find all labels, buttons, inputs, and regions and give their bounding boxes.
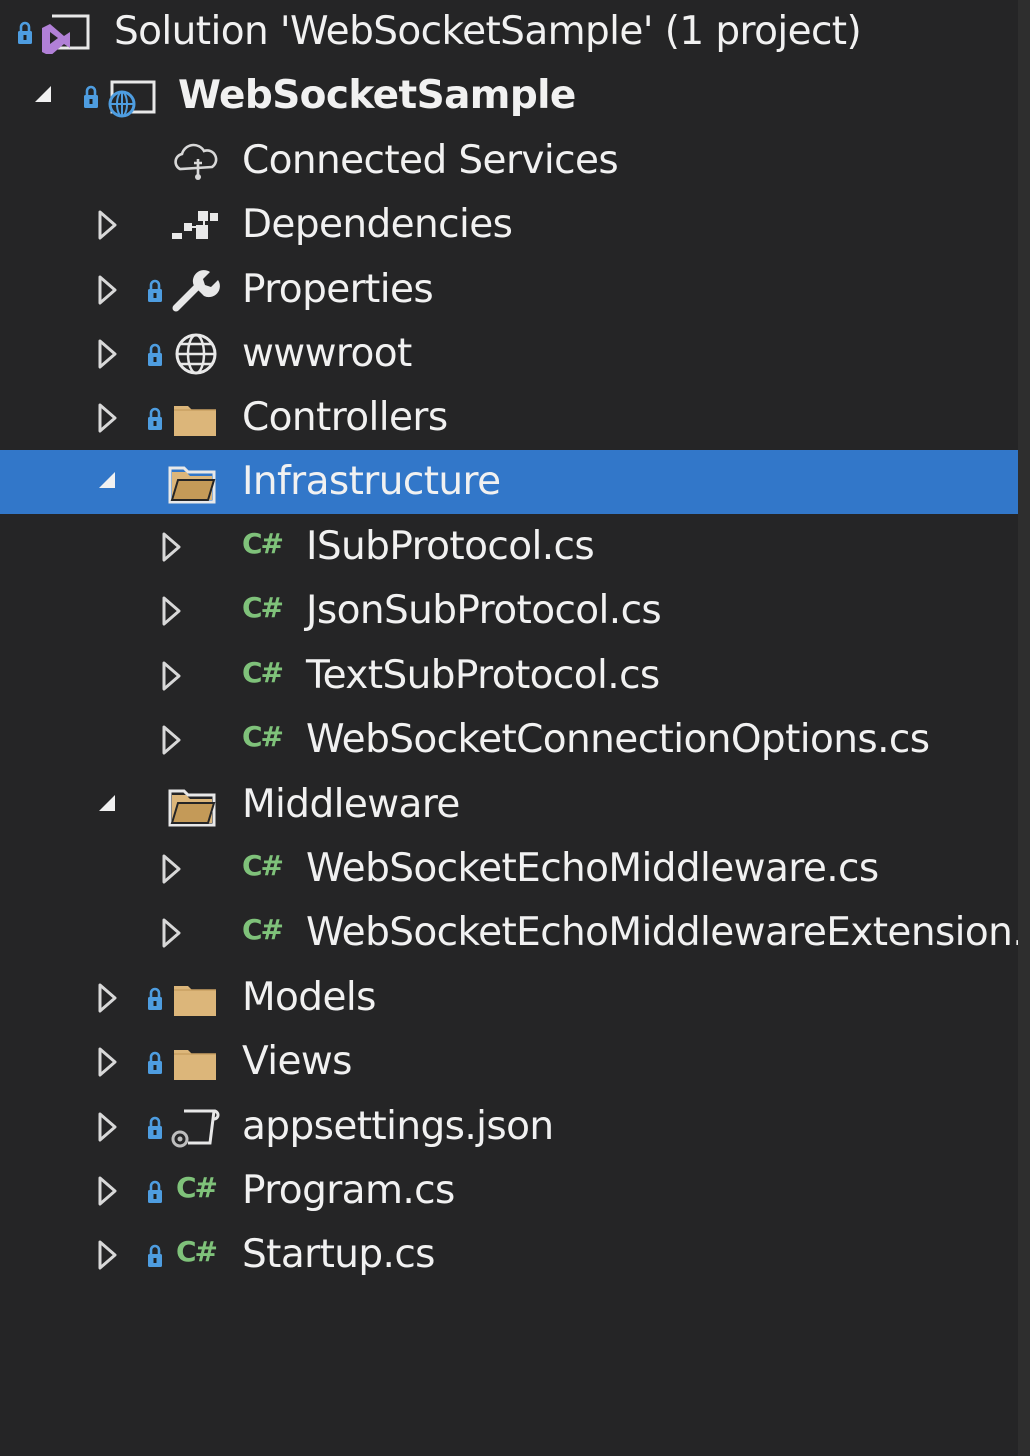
folder-icon: [168, 1040, 224, 1084]
padlock-icon: [16, 20, 34, 46]
expand-arrow-icon[interactable]: [96, 274, 118, 306]
tree-row-views[interactable]: Views: [0, 1030, 1018, 1094]
csharp-file-icon: C#: [242, 720, 284, 753]
tree-row-project[interactable]: WebSocketSample: [0, 64, 1018, 128]
padlock-icon: [82, 84, 100, 110]
expand-arrow-icon[interactable]: [160, 853, 182, 885]
appsettings-label: appsettings.json: [242, 1104, 554, 1149]
csharp-file-icon: C#: [242, 656, 284, 689]
expand-arrow-icon[interactable]: [160, 724, 182, 756]
padlock-icon: [146, 278, 164, 304]
expand-arrow-icon[interactable]: [96, 402, 118, 434]
dependencies-label: Dependencies: [242, 202, 513, 247]
tree-row-program[interactable]: C# Program.cs: [0, 1159, 1018, 1223]
file-label: WebSocketEchoMiddlewareExtension.cs: [306, 910, 1018, 955]
tree-row-infrastructure[interactable]: Infrastructure: [0, 450, 1018, 514]
tree-row-models[interactable]: Models: [0, 966, 1018, 1030]
tree-row-properties[interactable]: Properties: [0, 258, 1018, 322]
tree-row-file[interactable]: C# WebSocketEchoMiddlewareExtension.cs: [0, 901, 1018, 965]
startup-label: Startup.cs: [242, 1232, 436, 1277]
tree-row-startup[interactable]: C# Startup.cs: [0, 1223, 1018, 1287]
project-label: WebSocketSample: [178, 73, 576, 118]
cloud-service-icon: [168, 139, 224, 183]
folder-icon: [168, 976, 224, 1020]
tree-row-solution[interactable]: Solution 'WebSocketSample' (1 project): [0, 0, 1018, 64]
file-label: TextSubProtocol.cs: [306, 653, 660, 698]
solution-explorer: Solution 'WebSocketSample' (1 project) W…: [0, 0, 1030, 1456]
middleware-label: Middleware: [242, 782, 460, 827]
globe-icon: [168, 332, 224, 376]
tree-row-controllers[interactable]: Controllers: [0, 386, 1018, 450]
folder-open-icon: [166, 460, 222, 504]
expand-arrow-icon[interactable]: [96, 982, 118, 1014]
tree-row-dependencies[interactable]: Dependencies: [0, 193, 1018, 257]
tree-row-connected-services[interactable]: Connected Services: [0, 129, 1018, 193]
models-label: Models: [242, 975, 376, 1020]
collapse-arrow-icon[interactable]: [96, 466, 118, 498]
wrench-icon: [168, 268, 224, 312]
tree-row-middleware[interactable]: Middleware: [0, 773, 1018, 837]
json-settings-icon: [168, 1105, 224, 1149]
folder-open-icon: [166, 783, 222, 827]
tree-row-file[interactable]: C# ISubProtocol.cs: [0, 515, 1018, 579]
wwwroot-label: wwwroot: [242, 331, 412, 376]
tree-row-wwwroot[interactable]: wwwroot: [0, 322, 1018, 386]
expand-arrow-icon[interactable]: [160, 917, 182, 949]
visual-studio-solution-icon: [38, 10, 94, 54]
csharp-file-icon: C#: [242, 527, 284, 560]
padlock-icon: [146, 1115, 164, 1141]
collapse-arrow-icon[interactable]: [96, 789, 118, 821]
program-label: Program.cs: [242, 1168, 455, 1213]
scrollbar-track[interactable]: [1018, 0, 1030, 1456]
expand-arrow-icon[interactable]: [96, 1239, 118, 1271]
tree-row-file[interactable]: C# TextSubProtocol.cs: [0, 644, 1018, 708]
dependencies-icon: [168, 203, 224, 247]
controllers-label: Controllers: [242, 395, 448, 440]
expand-arrow-icon[interactable]: [160, 595, 182, 627]
web-project-icon: [102, 74, 158, 118]
file-label: WebSocketEchoMiddleware.cs: [306, 846, 879, 891]
expand-arrow-icon[interactable]: [96, 1175, 118, 1207]
properties-label: Properties: [242, 267, 434, 312]
views-label: Views: [242, 1039, 352, 1084]
folder-icon: [168, 396, 224, 440]
padlock-icon: [146, 406, 164, 432]
csharp-file-icon: C#: [176, 1235, 218, 1268]
expand-arrow-icon[interactable]: [160, 660, 182, 692]
csharp-file-icon: C#: [242, 913, 284, 946]
expand-arrow-icon[interactable]: [96, 209, 118, 241]
expand-arrow-icon[interactable]: [96, 1046, 118, 1078]
csharp-file-icon: C#: [242, 591, 284, 624]
padlock-icon: [146, 1179, 164, 1205]
padlock-icon: [146, 1050, 164, 1076]
expand-arrow-icon[interactable]: [96, 338, 118, 370]
padlock-icon: [146, 986, 164, 1012]
tree-row-appsettings[interactable]: appsettings.json: [0, 1095, 1018, 1159]
infrastructure-label: Infrastructure: [242, 459, 501, 504]
padlock-icon: [146, 1243, 164, 1269]
tree-row-file[interactable]: C# JsonSubProtocol.cs: [0, 579, 1018, 643]
connected-services-label: Connected Services: [242, 138, 619, 183]
collapse-arrow-icon[interactable]: [32, 80, 54, 112]
tree-row-file[interactable]: C# WebSocketEchoMiddleware.cs: [0, 837, 1018, 901]
padlock-icon: [146, 342, 164, 368]
expand-arrow-icon[interactable]: [160, 531, 182, 563]
tree-row-file[interactable]: C# WebSocketConnectionOptions.cs: [0, 708, 1018, 772]
file-label: JsonSubProtocol.cs: [306, 588, 662, 633]
csharp-file-icon: C#: [176, 1171, 218, 1204]
csharp-file-icon: C#: [242, 849, 284, 882]
file-label: WebSocketConnectionOptions.cs: [306, 717, 930, 762]
solution-label: Solution 'WebSocketSample' (1 project): [114, 9, 862, 54]
file-label: ISubProtocol.cs: [306, 524, 595, 569]
expand-arrow-icon[interactable]: [96, 1111, 118, 1143]
